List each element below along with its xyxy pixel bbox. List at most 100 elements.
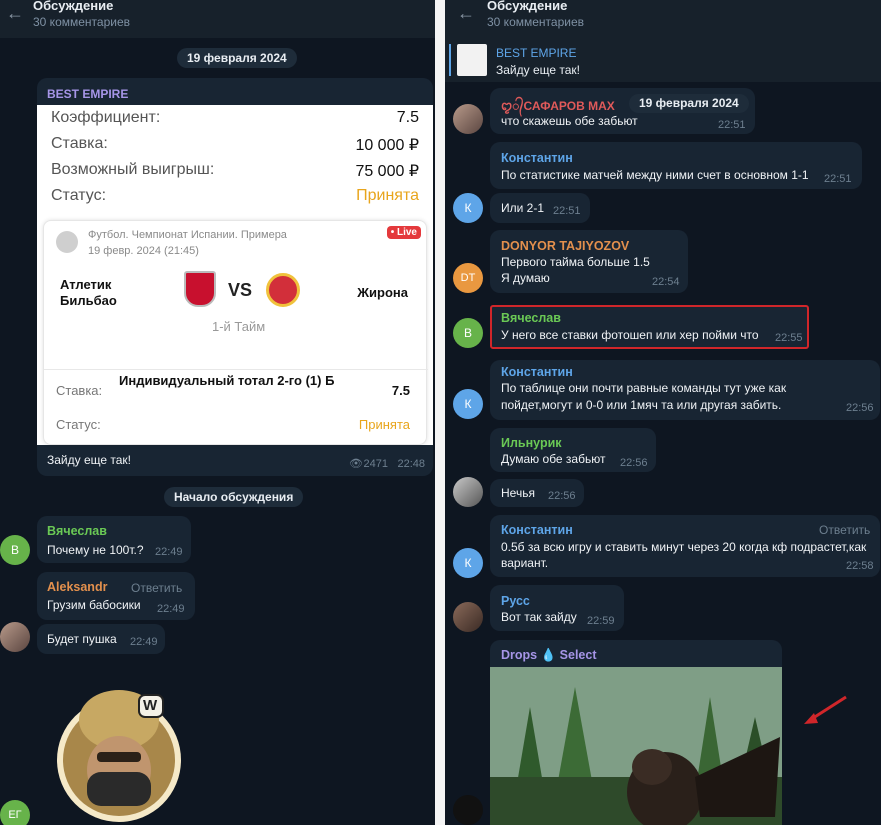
sender-name[interactable]: Вячеслав — [47, 524, 107, 538]
back-arrow-icon[interactable]: ← — [457, 3, 475, 24]
message-text: вариант. — [501, 556, 549, 570]
sticker[interactable]: W — [37, 660, 202, 825]
football-icon — [56, 231, 78, 253]
sender-name[interactable]: Константин — [501, 151, 573, 165]
team2-name: Жирона — [357, 285, 408, 300]
status-label: Статус: — [51, 187, 107, 204]
message-text: У него все ставки фотошеп или хер пойми … — [501, 328, 759, 342]
sender-name[interactable]: Вячеслав — [501, 311, 561, 325]
message-time: 22:59 — [587, 615, 615, 627]
message-bubble[interactable]: Вячеслав Почему не 100т.? 22:49 — [37, 516, 191, 563]
sticker-badge: W — [143, 697, 158, 714]
sender-name[interactable]: Aleksandr — [47, 580, 107, 594]
message-bubble[interactable]: Константин Ответить 0.5б за всю игру и с… — [490, 515, 880, 577]
message-time: 22:49 — [130, 636, 158, 648]
media-photo[interactable] — [490, 667, 782, 825]
message-bubble[interactable]: ꨄ᭄САФАРОВ MAX 19 февраля 2024 что скажеш… — [490, 88, 755, 134]
media-message[interactable]: Drops 💧 Select — [490, 640, 782, 825]
message-time: 22:51 — [718, 119, 746, 131]
chat-header: ← Обсуждение 30 комментариев — [0, 0, 435, 38]
avatar-photo[interactable] — [453, 104, 483, 134]
sender-name[interactable]: Русс — [501, 594, 530, 608]
message-text: Нечья — [501, 486, 535, 500]
chat-title: Обсуждение — [33, 0, 114, 13]
message-time: 22:49 — [155, 546, 183, 558]
avatar-photo[interactable] — [453, 477, 483, 507]
message-bubble-highlighted[interactable]: Вячеслав У него все ставки фотошеп или х… — [490, 305, 809, 349]
message-text: Первого тайма больше 1.5 — [501, 255, 650, 269]
message-bubble[interactable]: Константин По статистике матчей между ни… — [490, 142, 862, 189]
girona-crest-icon — [266, 273, 300, 307]
chat-subtitle: 30 комментариев — [33, 15, 131, 29]
message-bubble[interactable]: Ильнурик Думаю обе забьют 22:56 — [490, 428, 656, 472]
chat-header: ← Обсуждение 30 комментариев — [445, 0, 881, 38]
message-bubble[interactable]: Русс Вот так зайду 22:59 — [490, 585, 624, 631]
post-caption: Зайду еще так! — [47, 453, 131, 467]
message-bubble[interactable]: Aleksandr Ответить Грузим бабосики 22:49 — [37, 572, 195, 620]
avatar-photo[interactable] — [0, 622, 30, 652]
message-bubble[interactable]: Или 2-1 22:51 — [490, 193, 590, 223]
avatar-photo[interactable] — [453, 602, 483, 632]
message-time: 22:49 — [157, 603, 185, 615]
sender-name[interactable]: DONYOR TAJIYOZOV — [501, 239, 629, 253]
sender-name[interactable]: Ильнурик — [501, 436, 562, 450]
message-text: Грузим бабосики — [47, 598, 141, 612]
message-time: 22:56 — [548, 490, 576, 502]
message-bubble[interactable]: Будет пушка 22:49 — [37, 624, 165, 654]
message-time: 22:51 — [553, 205, 581, 217]
bet-screenshot: Коэффициент: 7.5 Ставка: 10 000 ₽ Возмож… — [37, 105, 433, 445]
message-time: 22:58 — [846, 560, 874, 572]
left-chat-pane: ← Обсуждение 30 комментариев 19 февраля … — [0, 0, 435, 825]
match-datetime: 19 февр. 2024 (21:45) — [88, 245, 199, 257]
views-icon: 👁 — [349, 458, 363, 470]
forest-image — [490, 667, 782, 825]
match-card: Футбол. Чемпионат Испании. Примера 19 фе… — [43, 220, 428, 445]
date-chip: 19 февраля 2024 — [177, 48, 297, 68]
message-text: пойдет,могут и 0-0 или 1мяч та или друга… — [501, 398, 782, 412]
post-time: 22:48 — [397, 458, 425, 470]
odds-value: 7.5 — [396, 109, 419, 126]
reply-button[interactable]: Ответить — [819, 523, 870, 537]
avatar[interactable]: DT — [453, 263, 483, 293]
message-time: 22:54 — [652, 276, 680, 288]
views-count: 2471 — [363, 458, 388, 470]
message-text: Или 2-1 — [501, 201, 545, 215]
bet-description: Индивидуальный тотал 2-го (1) Б — [119, 373, 335, 388]
message-bubble[interactable]: DONYOR TAJIYOZOV Первого тайма больше 1.… — [490, 230, 688, 293]
message-time: 22:51 — [824, 173, 852, 185]
pinned-message[interactable]: BEST EMPIRE Зайду еще так! — [445, 38, 881, 82]
avatar[interactable]: В — [0, 535, 30, 565]
pinned-text: Зайду еще так! — [496, 63, 580, 77]
avatar-photo[interactable] — [453, 795, 483, 825]
avatar[interactable]: К — [453, 193, 483, 223]
reply-button[interactable]: Ответить — [131, 581, 182, 595]
message-text: Думаю обе забьют — [501, 452, 606, 466]
message-bubble[interactable]: Нечья 22:56 — [490, 479, 584, 507]
pinned-accent — [449, 44, 451, 76]
stake-value: 10 000 ₽ — [355, 137, 419, 154]
avatar[interactable]: К — [453, 389, 483, 419]
annotation-arrow-icon — [804, 695, 847, 724]
message-text: По таблице они почти равные команды тут … — [501, 381, 787, 395]
sticker-graphic — [57, 690, 181, 822]
bet-status-value: Принята — [358, 417, 410, 432]
avatar[interactable]: К — [453, 548, 483, 578]
back-arrow-icon[interactable]: ← — [6, 3, 24, 24]
bet-odds: 7.5 — [391, 383, 410, 398]
sender-name[interactable]: Константин — [501, 365, 573, 379]
sender-name[interactable]: Константин — [501, 523, 573, 537]
sender-name[interactable]: Drops 💧 Select — [501, 648, 597, 663]
channel-post[interactable]: BEST EMPIRE Коэффициент: 7.5 Ставка: 10 … — [37, 78, 433, 476]
payout-label: Возможный выигрыш: — [51, 161, 215, 178]
post-channel-name[interactable]: BEST EMPIRE — [47, 87, 128, 101]
message-bubble[interactable]: Константин По таблице они почти равные к… — [490, 360, 880, 420]
avatar[interactable]: В — [453, 318, 483, 348]
chat-title: Обсуждение — [487, 0, 568, 13]
pane-divider — [435, 0, 445, 825]
bet-label: Ставка: — [56, 383, 103, 398]
team1-name: Атлетик Бильбао — [60, 277, 117, 308]
message-text: что скажешь обе забьют — [501, 114, 638, 128]
avatar[interactable]: ЕГ — [0, 800, 30, 825]
message-text: По статистике матчей между ними счет в о… — [501, 168, 809, 182]
vs-label: VS — [228, 280, 253, 300]
